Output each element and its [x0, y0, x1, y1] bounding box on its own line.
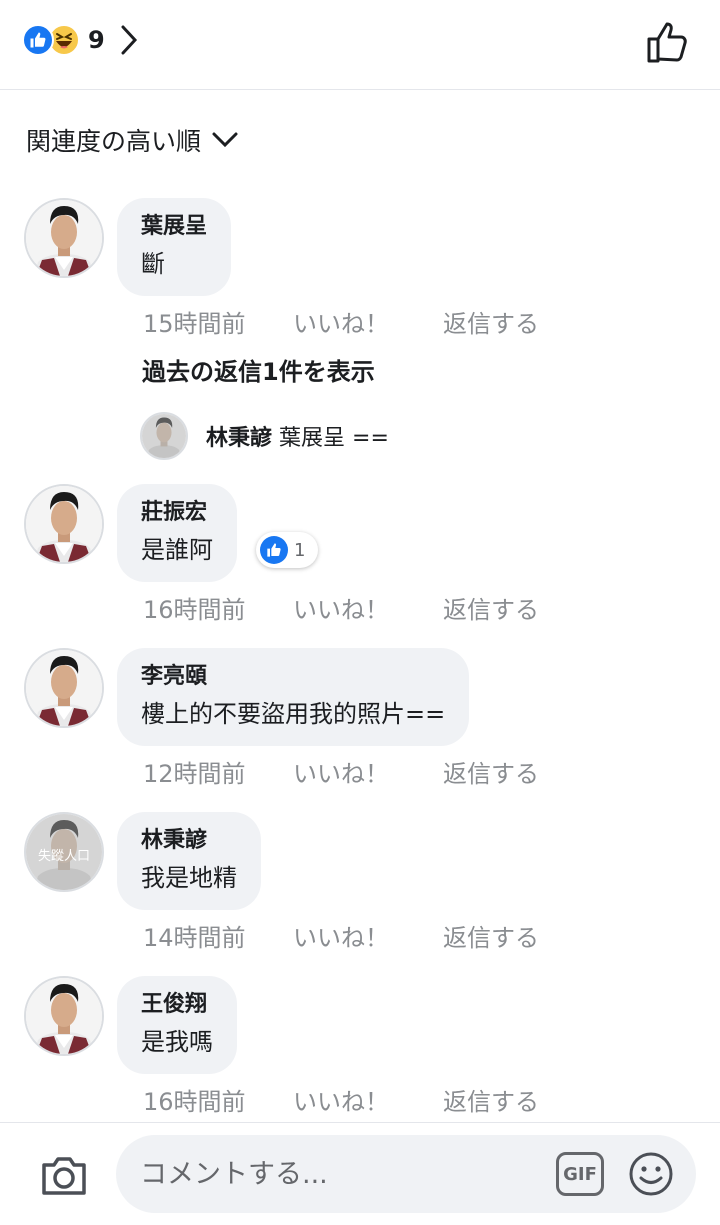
- camera-button[interactable]: [40, 1153, 88, 1197]
- comment-actions: 16時間前 いいね！ 返信する: [143, 590, 539, 624]
- emoji-button[interactable]: [628, 1151, 674, 1197]
- comment-actions: 14時間前 いいね！ 返信する: [143, 918, 539, 952]
- comment-bubble: 李亮頤 樓上的不要盜用我的照片==: [117, 648, 470, 746]
- comment-author[interactable]: 莊振宏: [141, 496, 213, 530]
- avatar[interactable]: [24, 648, 104, 728]
- comment-bubble: 王俊翔 是我嗎: [117, 976, 237, 1074]
- comment-text: 是我嗎: [141, 1028, 213, 1056]
- comment-composer: GIF: [0, 1122, 720, 1225]
- like-button[interactable]: いいね！: [293, 304, 443, 339]
- comment-input-wrapper: GIF: [116, 1135, 696, 1213]
- comment-time: 16時間前: [143, 595, 246, 624]
- thumbs-up-icon: [647, 22, 687, 63]
- reply-button[interactable]: 返信する: [443, 304, 539, 339]
- reactions-summary[interactable]: 9: [22, 22, 139, 58]
- nested-reply: 林秉諺 葉展呈 ==: [206, 420, 389, 452]
- view-previous-replies-link[interactable]: 過去の返信1件を表示: [142, 352, 375, 387]
- reaction-count: 1: [294, 539, 306, 561]
- chevron-down-icon: [211, 131, 239, 149]
- comment-actions: 16時間前 いいね！ 返信する: [143, 1082, 539, 1116]
- avatar[interactable]: 失蹤人口: [24, 812, 104, 892]
- camera-icon: [42, 1157, 86, 1195]
- comment-input[interactable]: [140, 1135, 540, 1213]
- comment-bubble: 葉展呈 斷: [117, 198, 232, 296]
- comment-time: 14時間前: [143, 923, 246, 952]
- comment-author[interactable]: 葉展呈: [141, 210, 207, 244]
- comment-time: 16時間前: [143, 1087, 246, 1116]
- comment-author[interactable]: 王俊翔: [141, 988, 213, 1022]
- comment-bubble: 林秉諺 我是地精: [117, 812, 261, 910]
- comment-reactions[interactable]: 1: [256, 532, 318, 568]
- avatar[interactable]: [24, 484, 104, 564]
- comment-author[interactable]: 林秉諺: [141, 824, 237, 858]
- comment-actions: 15時間前 いいね！ 返信する: [143, 304, 539, 338]
- comment-text: 是誰阿: [141, 536, 213, 564]
- comment-bubble: 莊振宏 是誰阿: [117, 484, 237, 582]
- reply-button[interactable]: 返信する: [443, 918, 539, 953]
- like-post-button[interactable]: [646, 20, 690, 64]
- comment-text: 斷: [141, 250, 165, 278]
- comment-actions: 12時間前 いいね！ 返信する: [143, 754, 539, 788]
- comment-time: 15時間前: [143, 309, 246, 338]
- like-button[interactable]: いいね！: [293, 590, 443, 625]
- avatar[interactable]: [24, 198, 104, 278]
- gif-button[interactable]: GIF: [556, 1152, 604, 1196]
- comment-text: 我是地精: [141, 864, 237, 892]
- comment-text: 樓上的不要盜用我的照片==: [141, 700, 446, 728]
- sort-selector[interactable]: 関連度の高い順: [26, 122, 239, 158]
- avatar[interactable]: [24, 976, 104, 1056]
- comment-time: 12時間前: [143, 759, 246, 788]
- chevron-right-icon: [119, 24, 139, 56]
- reply-button[interactable]: 返信する: [443, 590, 539, 625]
- avatar-overlay-text: 失蹤人口: [38, 849, 90, 864]
- reply-button[interactable]: 返信する: [443, 754, 539, 789]
- like-button[interactable]: いいね！: [293, 918, 443, 953]
- like-button[interactable]: いいね！: [293, 1082, 443, 1117]
- reply-text: 葉展呈 ==: [279, 426, 389, 451]
- avatar[interactable]: [140, 412, 188, 460]
- like-button[interactable]: いいね！: [293, 754, 443, 789]
- like-reaction-icon: [22, 24, 54, 56]
- reply-button[interactable]: 返信する: [443, 1082, 539, 1117]
- smiley-icon: [629, 1152, 673, 1196]
- reaction-count: 9: [88, 26, 105, 54]
- reply-author[interactable]: 林秉諺: [206, 426, 272, 451]
- sort-label: 関連度の高い順: [26, 127, 202, 156]
- like-reaction-icon: [260, 536, 288, 564]
- reactions-header: 9: [0, 0, 720, 90]
- comment-author[interactable]: 李亮頤: [141, 660, 445, 694]
